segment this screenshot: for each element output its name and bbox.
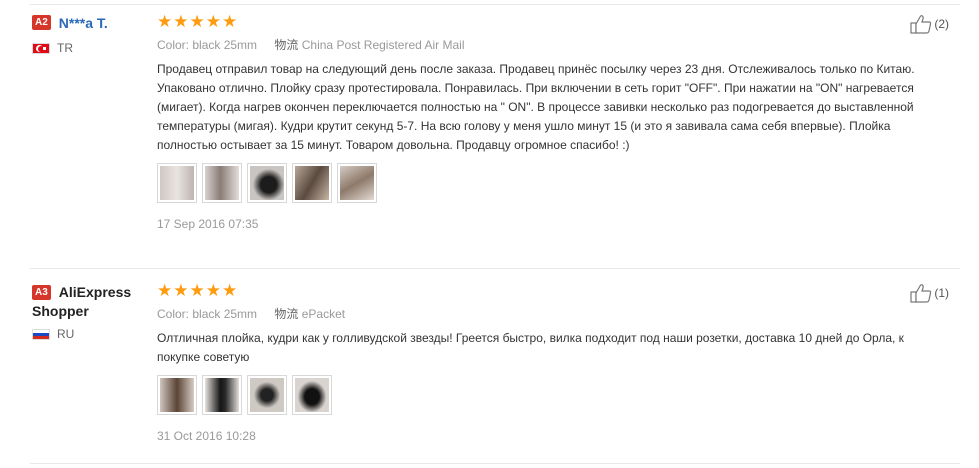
- reviewer-country: TR: [57, 41, 73, 55]
- star-icon: ★: [173, 281, 189, 300]
- star-icon: ★: [173, 12, 189, 31]
- order-info: Color: black 25mm 物流 China Post Register…: [157, 37, 947, 53]
- order-info: Color: black 25mm 物流 ePacket: [157, 306, 947, 322]
- star-icon: ★: [189, 281, 205, 300]
- reviewer-country: RU: [57, 327, 75, 341]
- russia-flag-icon: [32, 328, 50, 340]
- review-photo-thumbnail[interactable]: [157, 163, 197, 203]
- thumbs-up-icon: [910, 15, 932, 34]
- shipping-value: ePacket: [301, 307, 346, 321]
- rating-stars: ★ ★ ★ ★ ★: [157, 281, 947, 300]
- review-body: ★ ★ ★ ★ ★ Color: black 25mm 物流 ePacket О…: [157, 281, 947, 443]
- helpful-button[interactable]: (2): [910, 14, 949, 34]
- helpful-button[interactable]: (1): [910, 283, 949, 303]
- helpful-count: (1): [934, 286, 949, 300]
- review-photos: [157, 163, 947, 203]
- review-body: ★ ★ ★ ★ ★ Color: black 25mm 物流 China Pos…: [157, 12, 947, 231]
- review-photo-thumbnail[interactable]: [337, 163, 377, 203]
- star-icon: ★: [205, 281, 221, 300]
- review-photo-thumbnail[interactable]: [202, 375, 242, 415]
- color-value: black 25mm: [192, 307, 258, 321]
- review-photo-thumbnail[interactable]: [247, 375, 287, 415]
- color-value: black 25mm: [192, 38, 258, 52]
- star-icon: ★: [222, 281, 238, 300]
- review-photo-thumbnail[interactable]: [292, 163, 332, 203]
- review-photos: [157, 375, 947, 415]
- shipping-label: 物流: [274, 38, 299, 52]
- rating-stars: ★ ★ ★ ★ ★: [157, 12, 947, 31]
- star-icon: ★: [157, 281, 173, 300]
- divider-top: [30, 4, 960, 5]
- star-icon: ★: [222, 12, 238, 31]
- divider-middle: [30, 268, 960, 269]
- review-date: 17 Sep 2016 07:35: [157, 217, 259, 231]
- divider-bottom: [30, 463, 960, 464]
- thumbs-up-icon: [910, 284, 932, 303]
- buyer-level-badge: A2: [32, 15, 51, 30]
- star-icon: ★: [205, 12, 221, 31]
- turkey-flag-icon: [32, 42, 50, 54]
- star-icon: ★: [157, 12, 173, 31]
- review-date: 31 Oct 2016 10:28: [157, 429, 256, 443]
- shipping-label: 物流: [274, 307, 299, 321]
- review-photo-thumbnail[interactable]: [292, 375, 332, 415]
- color-label: Color:: [157, 38, 190, 52]
- shipping-value: China Post Registered Air Mail: [301, 38, 465, 52]
- star-icon: ★: [189, 12, 205, 31]
- review-photo-thumbnail[interactable]: [202, 163, 242, 203]
- review-photo-thumbnail[interactable]: [247, 163, 287, 203]
- buyer-level-badge: A3: [32, 285, 51, 300]
- reviewer-name[interactable]: N***a T.: [59, 14, 108, 32]
- color-label: Color:: [157, 307, 190, 321]
- helpful-count: (2): [934, 17, 949, 31]
- review-photo-thumbnail[interactable]: [157, 375, 197, 415]
- review-text: Продавец отправил товар на следующий ден…: [157, 62, 915, 152]
- reviewer-info: A3 AliExpress Shopper RU: [32, 283, 150, 341]
- review-text: Олтличная плойка, кудри как у голливудск…: [157, 331, 904, 364]
- reviewer-info: A2 N***a T. TR: [32, 14, 150, 55]
